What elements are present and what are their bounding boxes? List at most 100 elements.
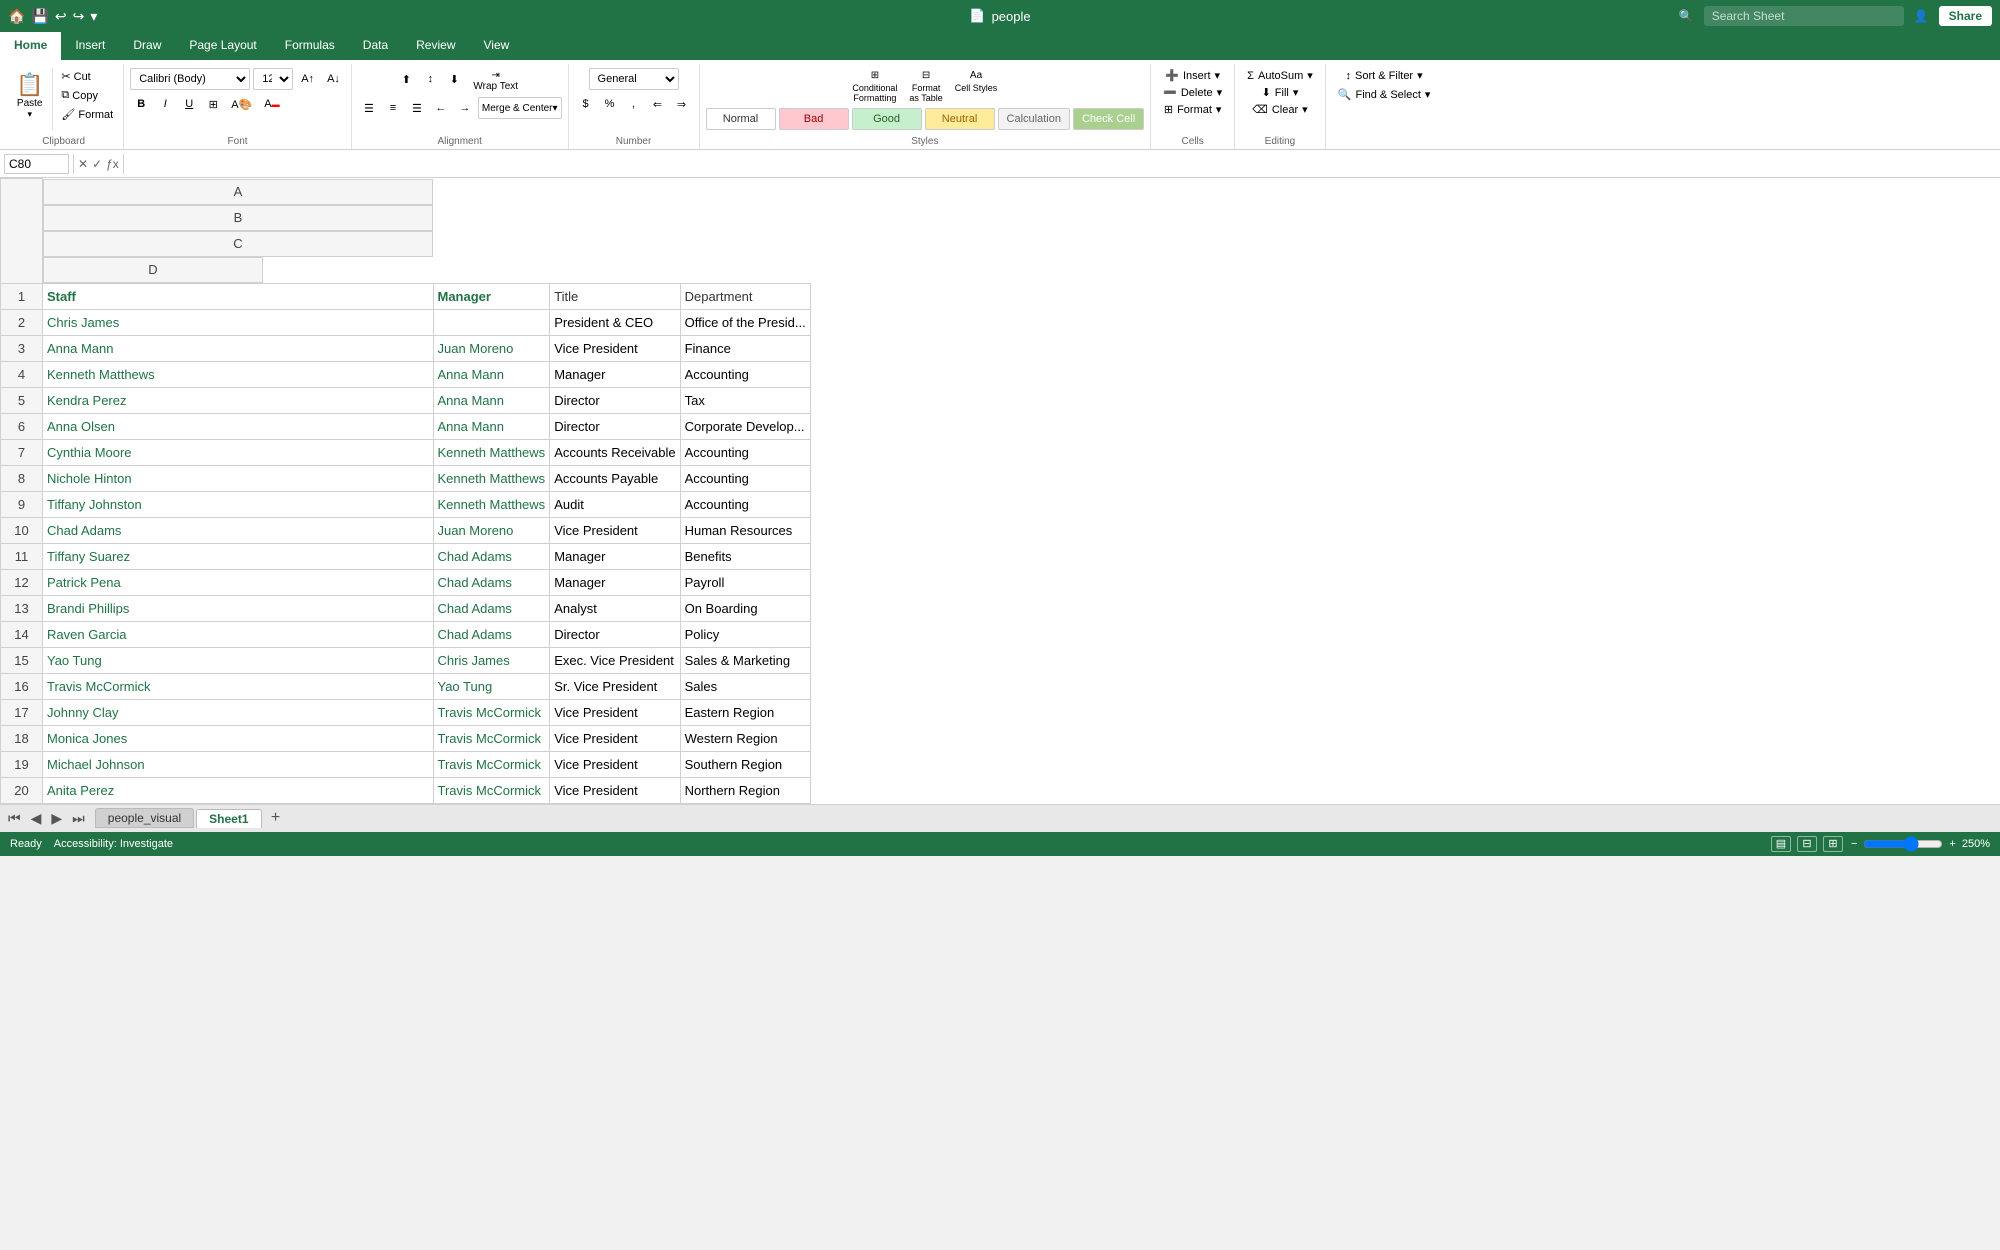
font-size-select[interactable]: 12 — [253, 68, 293, 90]
fill-dropdown[interactable]: ▾ — [1293, 86, 1299, 99]
comma-button[interactable]: , — [623, 93, 645, 115]
cell-7-D[interactable]: Accounting — [680, 439, 810, 465]
cell-11-D[interactable]: Benefits — [680, 543, 810, 569]
cell-16-C[interactable]: Sr. Vice President — [550, 673, 680, 699]
cell-17-B[interactable]: Travis McCormick — [433, 699, 550, 725]
cell-10-B[interactable]: Juan Moreno — [433, 517, 550, 543]
cell-1-C[interactable]: Title — [550, 283, 680, 309]
cell-8-A[interactable]: Nichole Hinton — [43, 465, 434, 491]
cell-5-B[interactable]: Anna Mann — [433, 387, 550, 413]
cell-12-A[interactable]: Patrick Pena — [43, 569, 434, 595]
percent-button[interactable]: % — [599, 93, 621, 115]
cell-7-B[interactable]: Kenneth Matthews — [433, 439, 550, 465]
cell-19-B[interactable]: Travis McCormick — [433, 751, 550, 777]
cell-7-A[interactable]: Cynthia Moore — [43, 439, 434, 465]
customize-icon[interactable]: ▾ — [90, 8, 97, 25]
number-format-select[interactable]: General — [589, 68, 679, 90]
share-button[interactable]: Share — [1939, 6, 1992, 26]
cell-2-B[interactable] — [433, 309, 550, 335]
cell-2-A[interactable]: Chris James — [43, 309, 434, 335]
cell-12-D[interactable]: Payroll — [680, 569, 810, 595]
cell-3-D[interactable]: Finance — [680, 335, 810, 361]
cell-18-C[interactable]: Vice President — [550, 725, 680, 751]
cell-4-A[interactable]: Kenneth Matthews — [43, 361, 434, 387]
zoom-out-icon[interactable]: − — [1851, 838, 1857, 850]
align-right-button[interactable]: ☰ — [406, 97, 428, 119]
sheet-nav-right[interactable]: ▶ — [47, 808, 66, 829]
col-header-d[interactable]: D — [43, 257, 263, 283]
zoom-in-icon[interactable]: + — [1949, 838, 1955, 850]
cell-15-D[interactable]: Sales & Marketing — [680, 647, 810, 673]
cell-3-B[interactable]: Juan Moreno — [433, 335, 550, 361]
row-num-3[interactable]: 3 — [1, 335, 43, 361]
bold-button[interactable]: B — [130, 93, 152, 115]
cell-9-D[interactable]: Accounting — [680, 491, 810, 517]
format-table-button[interactable]: ⊟ Formatas Table — [905, 68, 946, 105]
sheet-nav-right-end[interactable]: ⏭ — [68, 808, 89, 829]
align-bottom-button[interactable]: ⬇ — [443, 68, 465, 90]
col-header-a[interactable]: A — [43, 179, 433, 205]
cell-14-A[interactable]: Raven Garcia — [43, 621, 434, 647]
fill-color-button[interactable]: A🎨 — [226, 93, 257, 115]
style-bad[interactable]: Bad — [779, 108, 849, 130]
tab-page-layout[interactable]: Page Layout — [175, 32, 270, 60]
row-num-18[interactable]: 18 — [1, 725, 43, 751]
sheet-tab-people-visual[interactable]: people_visual — [95, 808, 194, 828]
tab-view[interactable]: View — [470, 32, 524, 60]
cell-6-A[interactable]: Anna Olsen — [43, 413, 434, 439]
paste-dropdown[interactable]: ▾ — [27, 109, 32, 120]
autosum-button[interactable]: Σ AutoSum ▾ — [1241, 68, 1319, 83]
cell-11-C[interactable]: Manager — [550, 543, 680, 569]
find-dropdown[interactable]: ▾ — [1425, 88, 1431, 101]
tab-home[interactable]: Home — [0, 32, 61, 60]
cell-20-B[interactable]: Travis McCormick — [433, 777, 550, 803]
border-button[interactable]: ⊞ — [202, 93, 224, 115]
tab-data[interactable]: Data — [349, 32, 402, 60]
tab-formulas[interactable]: Formulas — [271, 32, 349, 60]
row-num-16[interactable]: 16 — [1, 673, 43, 699]
format-dropdown[interactable]: ▾ — [1216, 103, 1222, 116]
cell-3-A[interactable]: Anna Mann — [43, 335, 434, 361]
tab-insert[interactable]: Insert — [61, 32, 119, 60]
cell-14-D[interactable]: Policy — [680, 621, 810, 647]
row-num-19[interactable]: 19 — [1, 751, 43, 777]
cell-17-A[interactable]: Johnny Clay — [43, 699, 434, 725]
page-layout-view-icon[interactable]: ⊟ — [1797, 836, 1817, 852]
insert-function-icon[interactable]: ƒx — [106, 157, 119, 171]
row-num-17[interactable]: 17 — [1, 699, 43, 725]
clear-dropdown[interactable]: ▾ — [1302, 103, 1308, 116]
cell-19-D[interactable]: Southern Region — [680, 751, 810, 777]
cell-14-C[interactable]: Director — [550, 621, 680, 647]
row-num-1[interactable]: 1 — [1, 283, 43, 309]
cell-1-D[interactable]: Department — [680, 283, 810, 309]
cell-6-B[interactable]: Anna Mann — [433, 413, 550, 439]
cell-12-B[interactable]: Chad Adams — [433, 569, 550, 595]
cell-19-A[interactable]: Michael Johnson — [43, 751, 434, 777]
cell-1-B[interactable]: Manager — [433, 283, 550, 309]
font-name-select[interactable]: Calibri (Body) — [130, 68, 250, 90]
cell-9-B[interactable]: Kenneth Matthews — [433, 491, 550, 517]
indent-increase-button[interactable]: → — [454, 97, 476, 119]
cell-4-C[interactable]: Manager — [550, 361, 680, 387]
wrap-text-button[interactable]: ⇥ Wrap Text — [467, 68, 524, 94]
cell-11-A[interactable]: Tiffany Suarez — [43, 543, 434, 569]
cell-17-C[interactable]: Vice President — [550, 699, 680, 725]
align-top-button[interactable]: ⬆ — [395, 68, 417, 90]
cell-20-C[interactable]: Vice President — [550, 777, 680, 803]
cell-10-D[interactable]: Human Resources — [680, 517, 810, 543]
copy-button[interactable]: ⧉ Copy — [57, 87, 117, 104]
normal-view-icon[interactable]: ▤ — [1771, 836, 1791, 852]
cell-9-A[interactable]: Tiffany Johnston — [43, 491, 434, 517]
row-num-2[interactable]: 2 — [1, 309, 43, 335]
save-icon[interactable]: 💾 — [31, 8, 48, 25]
cell-10-C[interactable]: Vice President — [550, 517, 680, 543]
merge-dropdown[interactable]: ▾ — [553, 103, 558, 114]
cell-18-B[interactable]: Travis McCormick — [433, 725, 550, 751]
style-normal[interactable]: Normal — [706, 108, 776, 130]
cell-4-B[interactable]: Anna Mann — [433, 361, 550, 387]
insert-dropdown[interactable]: ▾ — [1215, 69, 1221, 82]
grid-container[interactable]: A B C D 1StaffManagerTitleDepartment2Chr… — [0, 178, 2000, 804]
cell-10-A[interactable]: Chad Adams — [43, 517, 434, 543]
font-color-button[interactable]: A▬ — [259, 93, 284, 115]
cell-2-D[interactable]: Office of the Presid... — [680, 309, 810, 335]
